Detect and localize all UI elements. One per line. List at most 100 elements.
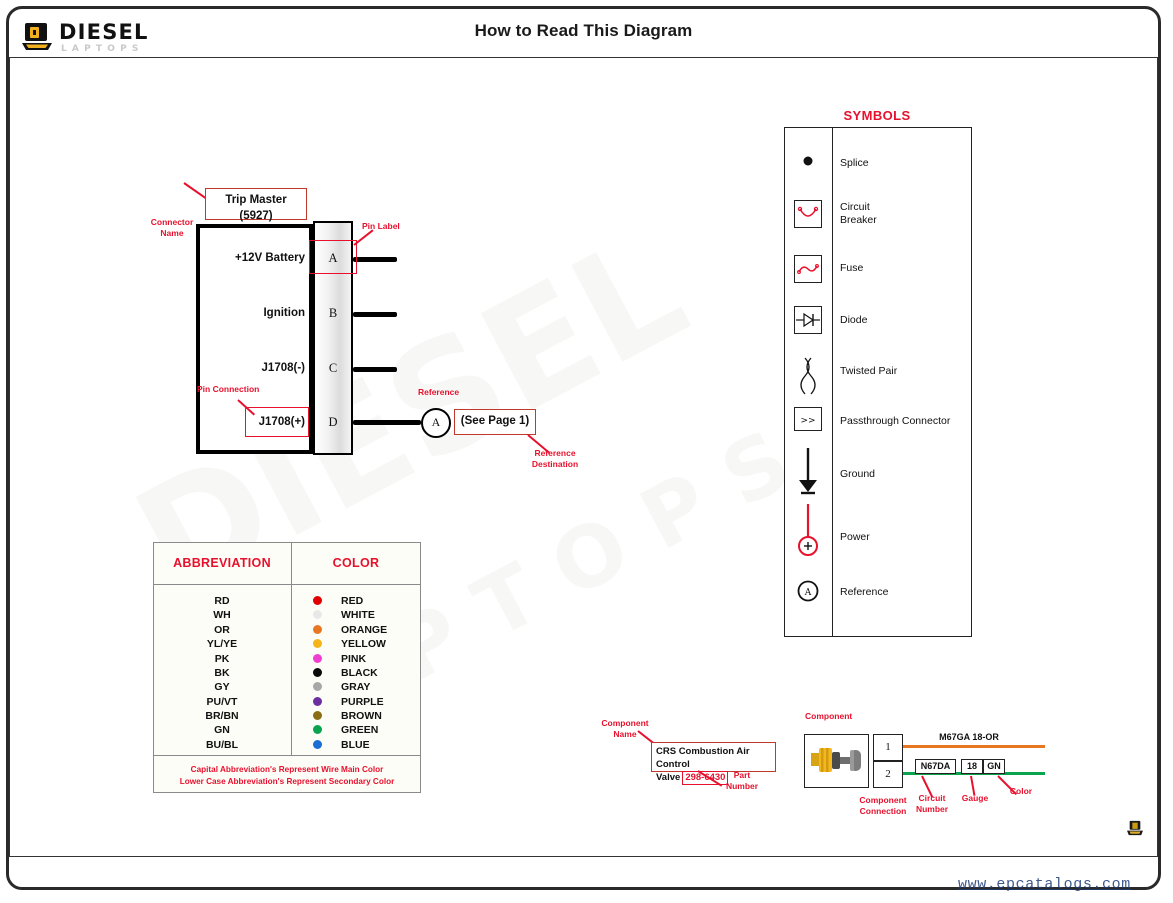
diagram-page: DIESEL LAPTOPS How to Read This Diagram … bbox=[0, 0, 1173, 903]
symbol-label-fuse: Fuse bbox=[840, 262, 864, 274]
color-dot bbox=[313, 610, 322, 619]
wire-stub-d bbox=[353, 420, 421, 425]
color-dot bbox=[313, 639, 322, 648]
color-dot bbox=[313, 625, 322, 634]
color-name: BROWN bbox=[341, 710, 382, 722]
diode-glyph bbox=[794, 306, 822, 334]
pin-label-b: B bbox=[328, 306, 338, 320]
symbol-label-passthrough: Passthrough Connector bbox=[840, 415, 951, 427]
color-abbr: GY bbox=[214, 681, 230, 693]
pin-connection-highlight bbox=[245, 407, 309, 437]
component-image-box bbox=[804, 734, 869, 788]
annotation-pin-label: Pin Label bbox=[362, 221, 400, 231]
diagram-canvas: DIESEL LAPTOPS Connector Name Trip Maste… bbox=[9, 57, 1158, 857]
symbol-label-splice: Splice bbox=[840, 157, 869, 169]
color-dot bbox=[313, 682, 322, 691]
color-table-header-abbreviation: ABBREVIATION bbox=[173, 556, 271, 570]
power-icon bbox=[784, 502, 832, 563]
color-name: GRAY bbox=[341, 681, 371, 693]
color-dot bbox=[313, 725, 322, 734]
color-table-header-rule bbox=[153, 584, 421, 585]
color-abbr: RD bbox=[214, 595, 230, 607]
splice-dot-icon bbox=[784, 153, 832, 174]
logo-subtext: LAPTOPS bbox=[61, 44, 144, 54]
color-abbr: WH bbox=[213, 609, 231, 621]
wire-stub-a bbox=[353, 257, 397, 262]
circuit-label: J1708(-) bbox=[261, 362, 305, 374]
annotation-reference-destination: Reference Destination bbox=[531, 448, 579, 469]
symbol-label-power: Power bbox=[840, 531, 870, 543]
color-abbr: PK bbox=[214, 653, 230, 665]
annotation-component: Component bbox=[805, 711, 853, 721]
symbols-title: SYMBOLS bbox=[843, 108, 911, 123]
pin-label-highlight bbox=[309, 240, 357, 274]
reference-icon: A bbox=[784, 578, 832, 609]
page-title: How to Read This Diagram bbox=[474, 21, 693, 40]
annotation-connector-name: Connector Name bbox=[150, 217, 194, 238]
color-abbr: YL/YE bbox=[206, 638, 238, 650]
reference-circle: A bbox=[421, 408, 451, 438]
twisted-pair-icon bbox=[784, 356, 832, 401]
connector-name-box: Trip Master (5927) bbox=[205, 188, 307, 222]
symbols-table-divider bbox=[832, 127, 834, 637]
reference-destination-box: (See Page 1) bbox=[454, 409, 536, 435]
wire-orange bbox=[903, 745, 1045, 748]
component-pin-2: 2 bbox=[873, 761, 903, 788]
color-abbr: BK bbox=[214, 667, 230, 679]
footer-url[interactable]: www.epcatalogs.com bbox=[958, 876, 1131, 893]
circuit-label: Ignition bbox=[263, 307, 305, 319]
annotation-gauge: Gauge bbox=[961, 793, 989, 803]
symbol-label-reference: Reference bbox=[840, 586, 889, 598]
color-dot bbox=[313, 740, 322, 749]
color-dot bbox=[313, 697, 322, 706]
footer-laptop-icon bbox=[1127, 820, 1143, 836]
symbol-label-ground: Ground bbox=[840, 468, 876, 480]
circuit-label: +12V Battery bbox=[235, 252, 305, 264]
color-name: YELLOW bbox=[341, 638, 386, 650]
component-pin-1: 1 bbox=[873, 734, 903, 761]
circuit-number-tag: N67DA bbox=[915, 759, 956, 774]
color-abbr: BU/BL bbox=[205, 739, 239, 751]
passthrough-connector-icon: >> bbox=[784, 407, 832, 435]
fuse-glyph bbox=[794, 255, 822, 283]
color-dot bbox=[313, 711, 322, 720]
color-name: ORANGE bbox=[341, 624, 388, 636]
color-name: BLUE bbox=[341, 739, 370, 751]
svg-text:A: A bbox=[804, 588, 812, 598]
color-name: GREEN bbox=[341, 724, 379, 736]
color-table-footnote: Capital Abbreviation's Represent Wire Ma… bbox=[179, 765, 395, 786]
color-dot bbox=[313, 596, 322, 605]
pin-label-c: C bbox=[328, 361, 338, 375]
annotation-reference: Reference bbox=[418, 387, 460, 397]
svg-text:>>: >> bbox=[800, 416, 815, 426]
color-name: PINK bbox=[341, 653, 367, 665]
symbol-label-circuit-breaker: Circuit Breaker bbox=[840, 201, 877, 226]
ground-icon bbox=[784, 448, 832, 503]
color-table-header-color: COLOR bbox=[332, 556, 380, 570]
color-abbr: PU/VT bbox=[206, 696, 238, 708]
annotation-part-number: Part Number bbox=[725, 770, 759, 791]
circuit-breaker-icon bbox=[784, 200, 832, 232]
color-table-vline bbox=[291, 542, 292, 755]
annotation-pin-connection: Pin Connection bbox=[197, 384, 260, 394]
passthrough-glyph: >> bbox=[794, 407, 822, 431]
wire-stub-c bbox=[353, 367, 397, 372]
wire-top-label: M67GA 18-OR bbox=[939, 732, 999, 742]
gauge-tag: 18 bbox=[961, 759, 983, 774]
color-name: PURPLE bbox=[341, 696, 384, 708]
symbol-label-twisted-pair: Twisted Pair bbox=[840, 365, 898, 377]
color-name: WHITE bbox=[341, 609, 375, 621]
color-abbr: OR bbox=[214, 624, 230, 636]
wire-stub-b bbox=[353, 312, 397, 317]
circuit-breaker-glyph bbox=[794, 200, 822, 228]
color-abbr: GN bbox=[214, 724, 230, 736]
header: DIESEL LAPTOPS How to Read This Diagram bbox=[9, 9, 1158, 55]
component-name-box: CRS Combustion Air Control Valve 298-6430 bbox=[651, 742, 776, 785]
sensor-illustration-icon bbox=[811, 748, 861, 772]
annotation-color: Color bbox=[1009, 786, 1033, 796]
color-name: RED bbox=[341, 595, 364, 607]
diode-icon bbox=[784, 306, 832, 338]
fuse-icon bbox=[784, 255, 832, 287]
color-table-footer-rule bbox=[153, 755, 421, 756]
color-abbr: BR/BN bbox=[205, 710, 239, 722]
